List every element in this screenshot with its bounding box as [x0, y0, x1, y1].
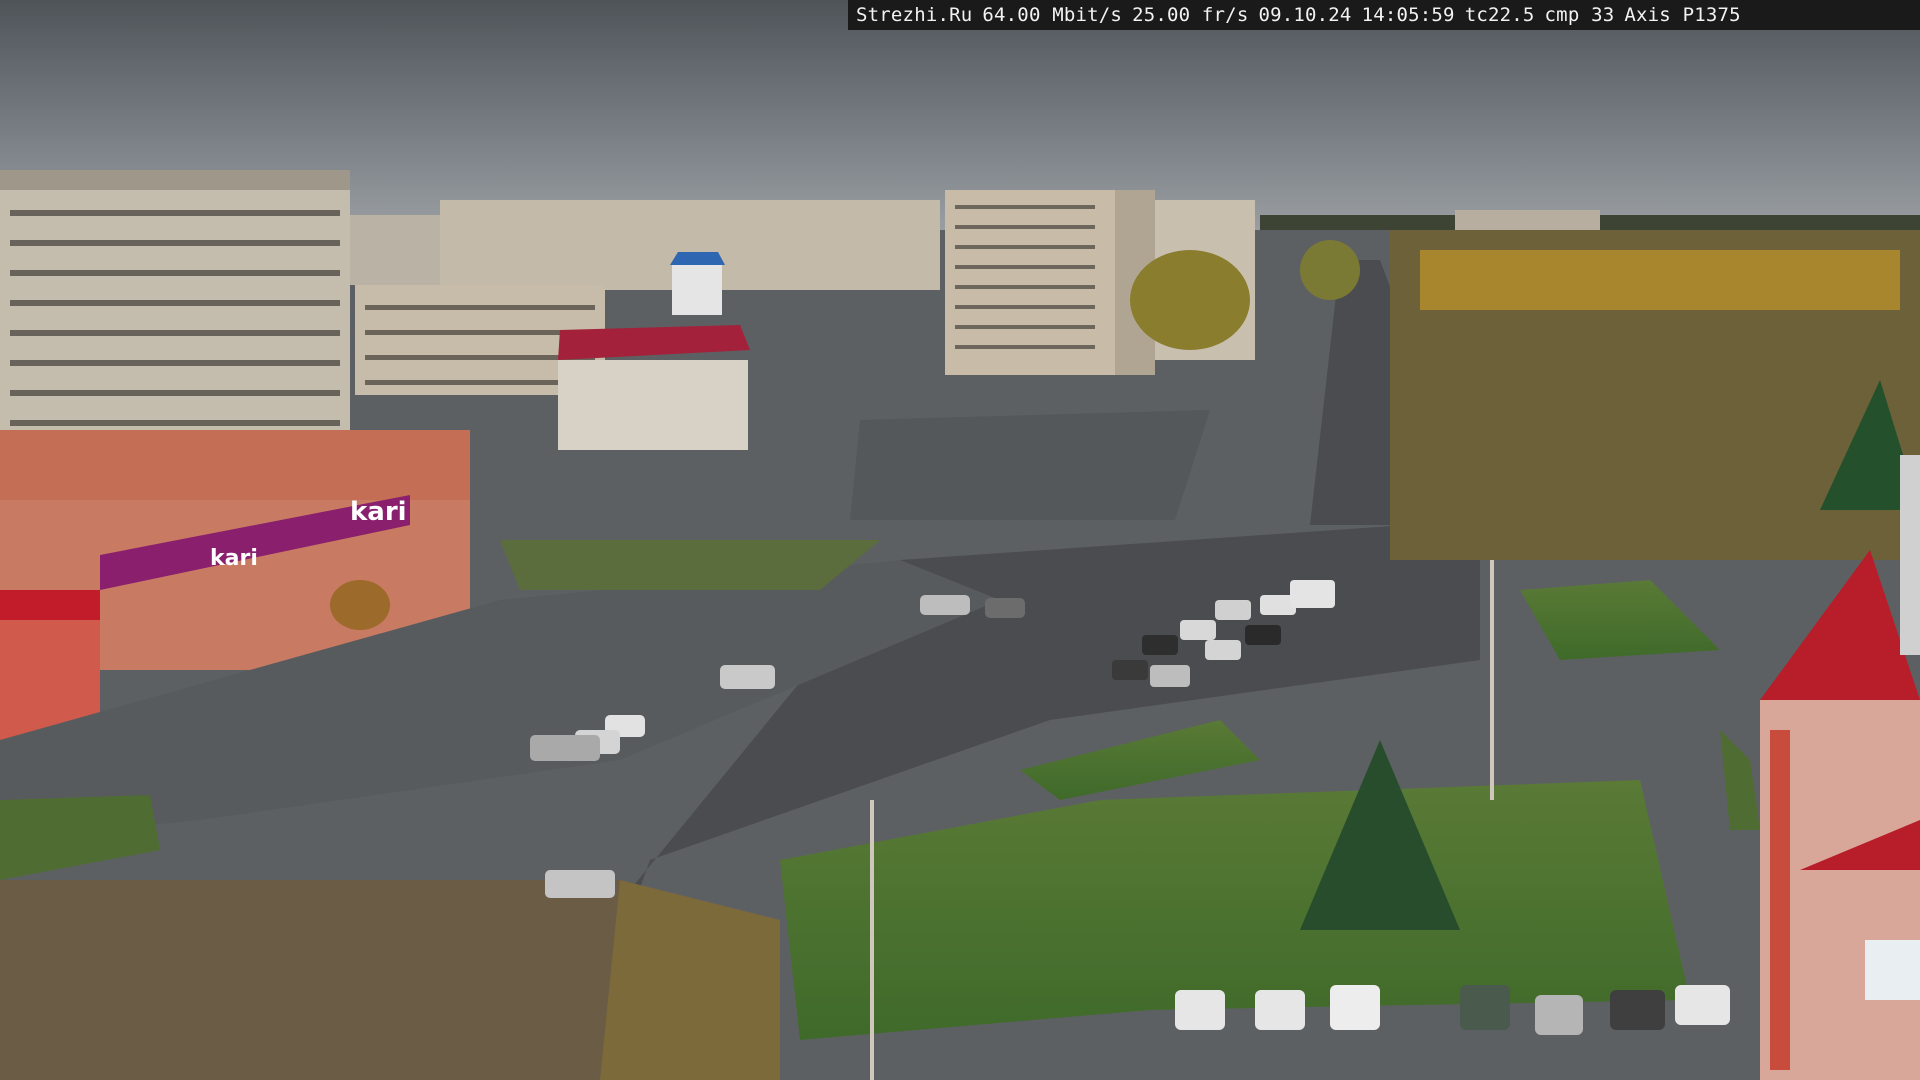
webcam-scene: kari kari [0, 0, 1920, 1080]
overlay-camera: Axis P1375 [1624, 4, 1741, 26]
camera-viewport: kari kari Strezhi.Ru 64.00 Mbit/s 25.00 … [0, 0, 1920, 1080]
overlay-framerate: 25.00 fr/s [1132, 4, 1249, 26]
overlay-time: 14:05:59 [1361, 4, 1455, 26]
overlay-bitrate: 64.00 Mbit/s [982, 4, 1123, 26]
overlay-cmp: cmp 33 [1544, 4, 1615, 26]
blue-roof-tower [670, 252, 725, 315]
camera-info-overlay: Strezhi.Ru 64.00 Mbit/s 25.00 fr/s 09.10… [848, 0, 1920, 30]
red-roof-building [558, 325, 750, 450]
overlay-date: 09.10.24 [1258, 4, 1352, 26]
kari-logo-upper: kari [350, 497, 407, 527]
overlay-tc: tc22.5 [1464, 4, 1535, 26]
plaza [850, 410, 1210, 520]
kari-logo-banner: kari [210, 546, 258, 571]
light-pole-right [1900, 455, 1920, 655]
central-tower [945, 190, 1155, 375]
birch-forest [1390, 230, 1920, 560]
overlay-site: Strezhi.Ru [856, 4, 973, 26]
